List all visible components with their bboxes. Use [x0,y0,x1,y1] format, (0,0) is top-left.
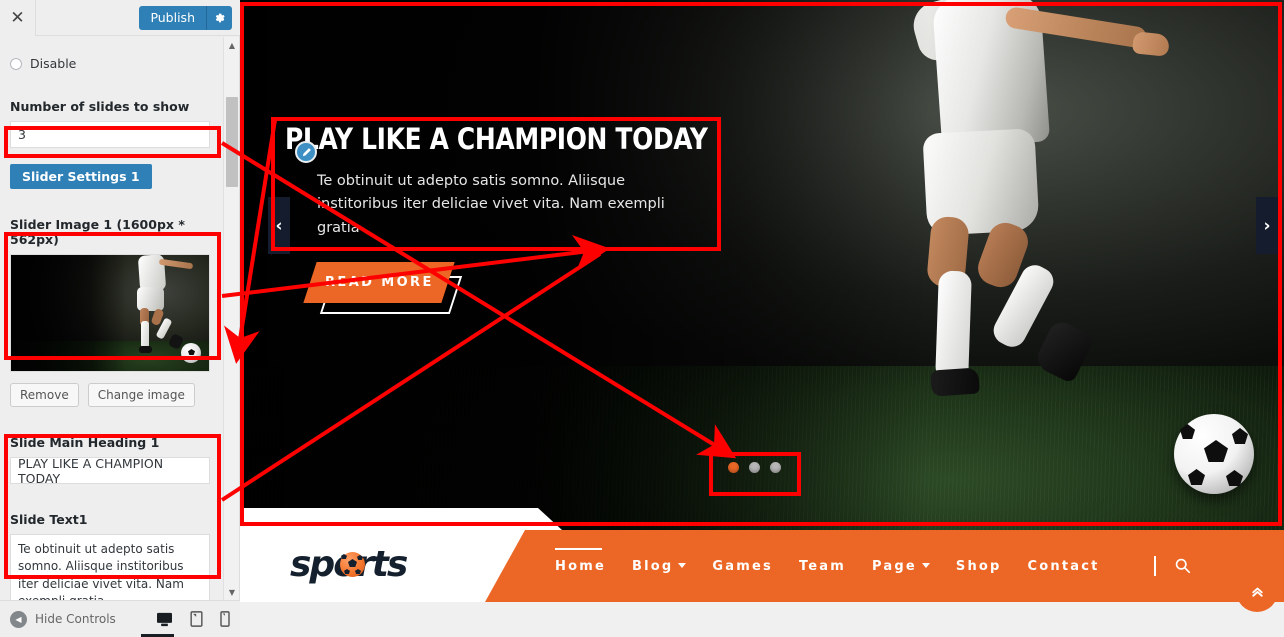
customizer-sidebar: ✕ Publish Disable Number of slides to sh… [0,0,240,637]
chevron-down-icon [921,563,930,568]
slider-settings-button[interactable]: Slider Settings 1 [10,164,152,189]
close-icon[interactable]: ✕ [0,0,36,36]
slide-text-label: Slide Text1 [10,512,88,527]
edit-pencil-icon-heading[interactable] [295,141,317,163]
nav-item-shop[interactable]: Shop [956,559,1002,574]
hero-heading: PLAY LIKE A CHAMPION TODAY [285,122,708,156]
disable-radio-row[interactable]: Disable [10,56,212,71]
publish-button[interactable]: Publish [139,5,207,30]
logo-soccer-ball-icon [340,552,365,577]
customizer-header: ✕ Publish [0,0,240,36]
scroll-to-top-button[interactable] [1236,570,1278,612]
slide-main-heading-label: Slide Main Heading 1 [10,435,160,450]
nav-item-blog[interactable]: Blog [631,558,687,574]
navbar-menu: Home Blog Games Team Page Shop Contact [555,530,1100,602]
mobile-icon[interactable] [220,611,230,627]
nav-item-contact[interactable]: Contact [1028,559,1100,574]
slider-next-arrow-icon[interactable]: › [1256,197,1278,254]
slider-dot-3[interactable] [770,462,781,473]
nav-label: Home [555,558,606,574]
remove-image-button[interactable]: Remove [10,383,79,407]
gear-glyph [215,13,225,22]
slider-prev-arrow-icon[interactable]: ‹ [268,197,290,254]
slider-image-label: Slider Image 1 (1600px * 562px) [10,217,185,247]
tablet-glyph [190,611,203,627]
tablet-icon[interactable] [190,611,203,627]
nav-item-page[interactable]: Page [872,559,930,574]
site-logo[interactable]: sports [290,544,408,585]
read-more-label-wrap: READ MORE [303,262,454,303]
site-navbar: sports Home Blog Games Team Page [240,530,1284,602]
hero-slider: PLAY LIKE A CHAMPION TODAY Te obtinuit u… [240,0,1284,530]
nav-item-games[interactable]: Games [712,559,773,574]
scrollbar-thumb[interactable] [226,97,238,187]
image-action-buttons: Remove Change image [10,383,212,407]
nav-item-home[interactable]: Home [555,547,606,574]
nav-label: Team [798,558,847,574]
slider-image-thumbnail[interactable] [10,254,210,372]
slide-text-textarea[interactable]: Te obtinuit ut adepto satis somno. Aliis… [10,534,210,600]
pencil-glyph [302,147,311,156]
scroll-up-arrow-icon[interactable]: ▲ [224,37,240,53]
nav-item-team[interactable]: Team [799,559,846,574]
collapse-left-icon: ◀ [10,610,27,628]
page-body-below-nav [240,602,1284,637]
hero-bottom-slant [240,508,562,530]
gear-icon[interactable] [207,5,232,30]
read-more-button[interactable]: READ MORE [303,262,485,324]
change-image-button[interactable]: Change image [87,383,195,407]
scroll-down-arrow-icon[interactable]: ▼ [224,584,240,600]
nav-label: Games [712,558,773,574]
hero-text: Te obtinuit ut adepto satis somno. Aliis… [317,173,665,236]
search-glyph [1175,558,1191,574]
disable-radio-label: Disable [30,56,77,71]
slider-dot-1[interactable] [728,462,739,473]
chevron-down-icon [678,563,687,568]
site-preview: PLAY LIKE A CHAMPION TODAY Te obtinuit u… [240,0,1284,637]
nav-label: Contact [1027,558,1100,574]
double-chevron-up-icon [1251,587,1263,597]
navbar-divider [1154,556,1156,576]
search-icon[interactable] [1174,557,1191,578]
publish-group: Publish [139,5,232,30]
number-of-slides-label: Number of slides to show [10,99,190,114]
number-of-slides-input[interactable]: 3 [10,121,210,148]
customizer-scrollbar[interactable]: ▲ ▼ [223,37,239,600]
nav-label: Shop [955,558,1002,574]
mobile-glyph [220,611,230,627]
read-more-label: READ MORE [324,275,434,290]
hide-controls-button[interactable]: ◀ Hide Controls [10,610,116,628]
nav-label: Page [872,558,917,574]
desktop-icon[interactable] [156,612,173,627]
customizer-panel-body: Disable Number of slides to show 3 Slide… [0,37,222,600]
device-preview-switcher [156,611,230,627]
slide-main-heading-input[interactable]: PLAY LIKE A CHAMPION TODAY [10,456,210,486]
desktop-glyph [157,612,172,626]
slider-dot-2[interactable] [749,462,760,473]
hero-caption: PLAY LIKE A CHAMPION TODAY Te obtinuit u… [285,125,715,240]
customizer-footer: ◀ Hide Controls [0,600,240,637]
slider-dots [728,462,781,473]
radio-circle-icon[interactable] [10,57,22,70]
nav-label: Blog [631,558,674,574]
hide-controls-label: Hide Controls [35,612,116,626]
